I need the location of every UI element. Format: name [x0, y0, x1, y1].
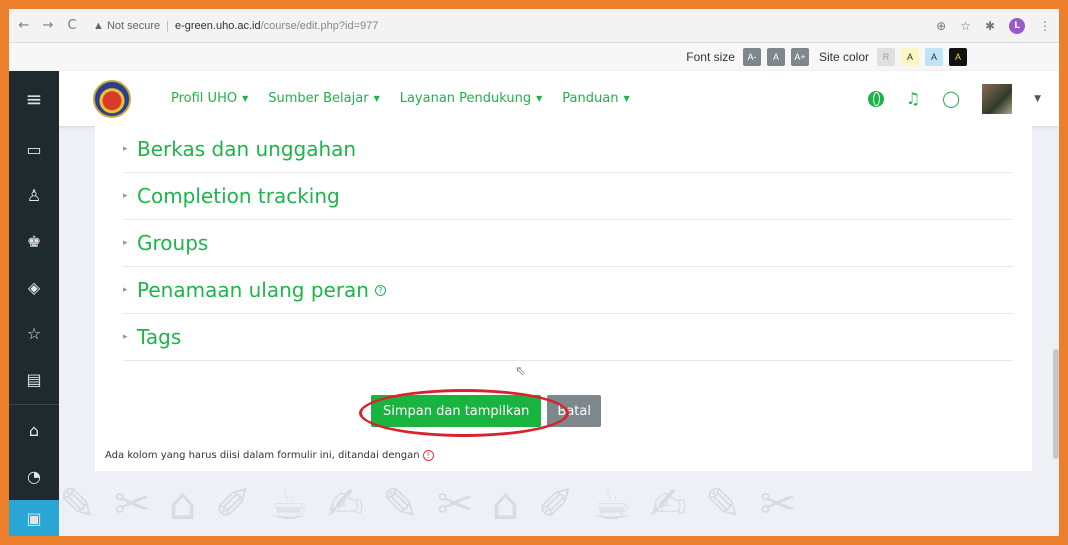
user-avatar[interactable] — [982, 83, 1013, 114]
section-groups[interactable]: ▸ Groups — [123, 220, 1013, 267]
mouse-pointer-icon: ⇖ — [515, 364, 526, 379]
section-title: Completion tracking — [137, 184, 340, 208]
section-title: Penamaan ulang peran — [137, 278, 369, 302]
menu-item-layanan-pendukung[interactable]: Layanan Pendukung ▼ — [400, 91, 543, 106]
chevron-down-icon: ▼ — [242, 94, 249, 103]
back-icon[interactable]: ← — [17, 18, 31, 33]
chevron-down-icon: ▼ — [623, 94, 630, 103]
university-logo[interactable] — [93, 79, 131, 118]
browser-actions: ⊕ ☆ ✱ L ⋮ — [936, 17, 1051, 34]
collapse-arrow-icon: ▸ — [123, 144, 128, 154]
dashboard-gauge-icon[interactable]: ◔ — [9, 453, 59, 499]
collapse-arrow-icon: ▸ — [123, 332, 128, 342]
url-separator: | — [166, 19, 169, 32]
sidebar-divider — [9, 404, 59, 405]
folder-icon[interactable]: ▭ — [9, 126, 59, 172]
required-exclamation-icon: ! — [422, 450, 434, 461]
home-icon[interactable]: ⌂ — [9, 407, 59, 453]
menu-item-label: Layanan Pendukung — [399, 91, 532, 106]
badge-icon[interactable]: ♚ — [9, 218, 59, 264]
site-color-label: Site color — [818, 50, 869, 64]
star-icon[interactable]: ☆ — [9, 310, 59, 356]
section-title: Groups — [137, 231, 209, 255]
chevron-down-icon: ▼ — [536, 94, 543, 103]
main-menu: Profil UHO ▼ Sumber Belajar ▼ Layanan Pend… — [171, 91, 630, 106]
layers-icon[interactable]: ◈ — [9, 264, 59, 310]
help-icon[interactable]: ? — [374, 284, 386, 296]
chevron-down-icon: ▼ — [373, 94, 380, 103]
browser-menu-icon[interactable]: ⋮ — [1039, 19, 1051, 33]
decorative-footer-pattern: ✎✂⌂✐☕✍✎✂⌂✐☕✍✎✂ — [59, 479, 815, 530]
forward-icon[interactable]: → — [41, 18, 55, 33]
menu-item-label: Profil UHO — [171, 91, 238, 106]
accessibility-bar: Font size A- A A+ Site color R A A A — [9, 43, 1059, 71]
menu-item-label: Sumber Belajar — [268, 91, 369, 106]
zoom-icon[interactable]: ⊕ — [936, 19, 946, 33]
left-sidebar: ▭ ♙ ♚ ◈ ☆ ▤ ⌂ ◔ ▣ — [9, 126, 59, 536]
chevron-down-icon[interactable]: ▼ — [1034, 94, 1041, 104]
extensions-icon[interactable]: ✱ — [985, 19, 995, 33]
top-navbar: ≡ Profil UHO ▼ Sumber Belajar ▼ Layanan Pe… — [9, 71, 1059, 126]
browser-profile-avatar[interactable]: L — [1009, 17, 1025, 34]
book-icon[interactable]: ▤ — [9, 356, 59, 402]
navbar-icons: ♫ ◯ ▼ — [867, 83, 1041, 114]
users-icon[interactable]: ♙ — [9, 172, 59, 218]
font-increase-button[interactable]: A+ — [790, 48, 809, 66]
section-berkas-dan-unggahan[interactable]: ▸ Berkas dan unggahan — [123, 126, 1013, 173]
collapse-arrow-icon: ▸ — [123, 238, 128, 248]
color-blue-button[interactable]: A — [925, 48, 943, 66]
reload-icon[interactable]: C — [65, 18, 79, 33]
collapse-arrow-icon: ▸ — [123, 191, 128, 201]
color-reset-button[interactable]: R — [877, 48, 895, 66]
menu-item-label: Panduan — [562, 91, 619, 106]
screenshot-frame: ← → C ▲ Not secure | e-green.uho.ac.id/c… — [9, 9, 1059, 536]
required-fields-note: Ada kolom yang harus diisi dalam formuli… — [105, 450, 434, 461]
section-tags[interactable]: ▸ Tags — [123, 314, 1013, 361]
font-decrease-button[interactable]: A- — [742, 48, 761, 66]
required-note-text: Ada kolom yang harus diisi dalam formuli… — [105, 450, 420, 461]
collapse-arrow-icon: ▸ — [123, 285, 128, 295]
hamburger-menu-icon[interactable]: ≡ — [9, 71, 59, 126]
red-highlight-annotation — [359, 389, 569, 437]
star-icon[interactable]: ☆ — [960, 19, 971, 33]
menu-item-sumber-belajar[interactable]: Sumber Belajar ▼ — [268, 91, 379, 106]
address-bar[interactable]: ▲ Not secure | e-green.uho.ac.id/course/… — [93, 20, 378, 32]
section-penamaan-ulang-peran[interactable]: ▸ Penamaan ulang peran ? — [123, 267, 1013, 314]
notification-bell-icon[interactable]: ♫ — [906, 89, 920, 108]
messages-chat-icon[interactable]: ◯ — [942, 89, 960, 108]
font-size-label: Font size — [686, 50, 735, 64]
section-completion-tracking[interactable]: ▸ Completion tracking — [123, 173, 1013, 220]
section-title: Tags — [137, 325, 182, 349]
menu-item-panduan[interactable]: Panduan ▼ — [562, 91, 629, 106]
color-yellow-button[interactable]: A — [901, 48, 919, 66]
color-dark-button[interactable]: A — [949, 48, 967, 66]
url-host: e-green.uho.ac.id — [175, 19, 261, 32]
url-path: /course/edit.php?id=977 — [260, 19, 379, 32]
font-reset-button[interactable]: A — [766, 48, 785, 66]
section-title: Berkas dan unggahan — [137, 137, 357, 161]
browser-toolbar: ← → C ▲ Not secure | e-green.uho.ac.id/c… — [9, 9, 1059, 43]
menu-item-profil-uho[interactable]: Profil UHO ▼ — [171, 91, 248, 106]
calendar-icon[interactable]: ▣ — [9, 500, 59, 536]
course-edit-form: ▸ Berkas dan unggahan ▸ Completion track… — [95, 126, 1032, 471]
language-globe-icon[interactable] — [867, 90, 884, 107]
page-scrollbar[interactable] — [1053, 349, 1059, 459]
not-secure-label: ▲ Not secure — [93, 19, 161, 32]
